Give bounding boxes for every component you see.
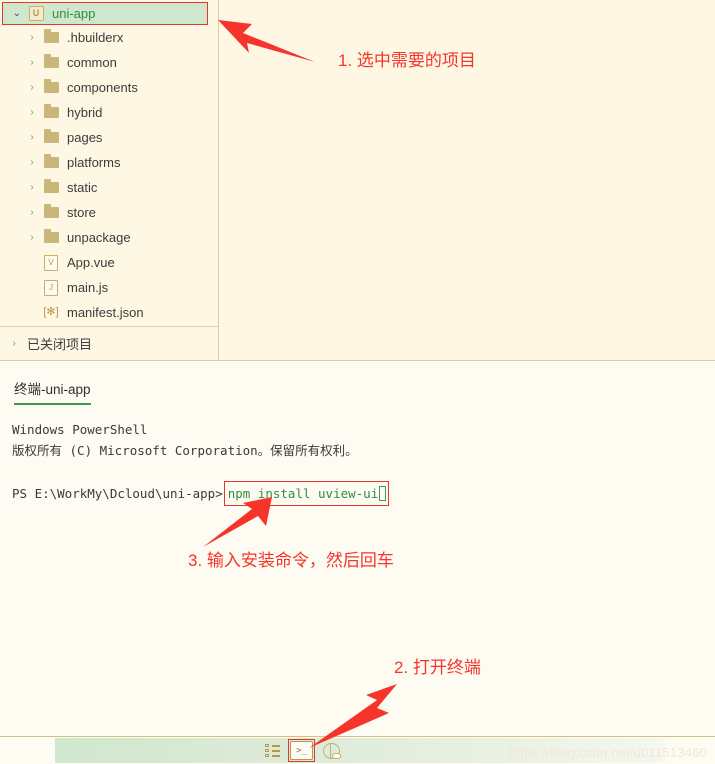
terminal-line: 版权所有 (C) Microsoft Corporation。保留所有权利。 <box>12 443 358 458</box>
vue-file-icon: V <box>40 254 62 271</box>
annotation-step-2: 2. 打开终端 <box>394 658 481 677</box>
uni-app-logo-icon: U <box>25 6 47 21</box>
tree-item-label: main.js <box>67 280 109 295</box>
folder-icon <box>40 104 62 118</box>
terminal-prompt-line: PS E:\WorkMy\Dcloud\uni-app> npm install… <box>12 481 705 506</box>
folder-icon <box>40 54 62 68</box>
chevron-right-icon[interactable]: › <box>24 107 40 118</box>
closed-projects-label: 已关闭项目 <box>27 337 93 352</box>
tab-terminal-uni-app[interactable]: 终端-uni-app <box>14 378 91 405</box>
tree-item-components[interactable]: › components <box>0 75 218 100</box>
tree-item-label: App.vue <box>67 255 115 270</box>
tree-item-label: .hbuilderx <box>67 30 124 45</box>
folder-icon <box>40 179 62 193</box>
chevron-right-icon[interactable]: › <box>24 232 40 243</box>
tree-item-app-vue[interactable]: V App.vue <box>0 250 218 275</box>
folder-icon <box>40 29 62 43</box>
chevron-right-icon[interactable]: › <box>24 157 40 168</box>
chevron-right-icon[interactable]: › <box>6 338 22 349</box>
tree-item-label: common <box>67 55 117 70</box>
tree-item-static[interactable]: › static <box>0 175 218 200</box>
tree-item-label: uni-app <box>52 6 96 21</box>
folder-icon <box>40 204 62 218</box>
outline-list-icon[interactable] <box>265 744 280 757</box>
project-explorer-panel: ⌄ U uni-app › .hbuilderx › common › comp… <box>0 0 219 360</box>
chevron-right-icon[interactable]: › <box>24 57 40 68</box>
annotation-step-1: 1. 选中需要的项目 <box>338 51 476 70</box>
watermark: https://blog.csdn.net/u011513460 <box>509 745 707 760</box>
tree-item-label: unpackage <box>67 230 131 245</box>
cloud-icon[interactable] <box>323 742 341 759</box>
tree-item-store[interactable]: › store <box>0 200 218 225</box>
terminal-prompt: PS E:\WorkMy\Dcloud\uni-app> <box>12 486 223 501</box>
tree-item-hybrid[interactable]: › hybrid <box>0 100 218 125</box>
tree-item-common[interactable]: › common <box>0 50 218 75</box>
chevron-right-icon[interactable]: › <box>24 182 40 193</box>
tree-item-unpackage[interactable]: › unpackage <box>0 225 218 250</box>
tree-item-label: hybrid <box>67 105 103 120</box>
chevron-right-icon[interactable]: › <box>24 207 40 218</box>
tree-item-main-js[interactable]: J main.js <box>0 275 218 300</box>
folder-icon <box>40 154 62 168</box>
folder-icon <box>40 229 62 243</box>
tree-item-label: static <box>67 180 98 195</box>
terminal-output: Windows PowerShell 版权所有 (C) Microsoft Co… <box>12 419 705 506</box>
tree-item-platforms[interactable]: › platforms <box>0 150 218 175</box>
app-window: ⌄ U uni-app › .hbuilderx › common › comp… <box>0 0 715 763</box>
project-tree[interactable]: ⌄ U uni-app › .hbuilderx › common › comp… <box>0 0 218 326</box>
status-bar: >_ https://blog.csdn.net/u011513460 <box>0 736 715 763</box>
tree-item-label: pages <box>67 130 103 145</box>
text-caret <box>379 486 387 501</box>
tree-item-manifest-json[interactable]: [✻] manifest.json <box>0 300 218 325</box>
terminal-toggle-button[interactable]: >_ <box>288 739 315 762</box>
closed-projects-row[interactable]: › 已关闭项目 <box>0 326 218 360</box>
terminal-command-input[interactable]: npm install uview-ui <box>223 481 390 506</box>
folder-icon <box>40 79 62 93</box>
annotation-step-3: 3. 输入安装命令，然后回车 <box>188 551 394 570</box>
tree-item-label: store <box>67 205 96 220</box>
tree-item-label: components <box>67 80 138 95</box>
tree-item-uni-app[interactable]: ⌄ U uni-app <box>2 2 208 25</box>
js-file-icon: J <box>40 279 62 296</box>
folder-icon <box>40 129 62 143</box>
chevron-right-icon[interactable]: › <box>24 32 40 43</box>
terminal-line: Windows PowerShell <box>12 422 148 437</box>
terminal-icon: >_ <box>290 741 313 760</box>
json-file-icon: [✻] <box>43 306 59 318</box>
terminal-command-text: npm install uview-ui <box>227 486 379 501</box>
chevron-right-icon[interactable]: › <box>24 132 40 143</box>
tree-item-label: platforms <box>67 155 121 170</box>
chevron-down-icon[interactable]: ⌄ <box>9 8 25 19</box>
status-bar-tools: >_ <box>265 737 341 764</box>
chevron-right-icon[interactable]: › <box>24 82 40 93</box>
tree-item-hbuilderx[interactable]: › .hbuilderx <box>0 25 218 50</box>
tree-item-pages[interactable]: › pages <box>0 125 218 150</box>
tree-item-label: manifest.json <box>67 305 144 320</box>
